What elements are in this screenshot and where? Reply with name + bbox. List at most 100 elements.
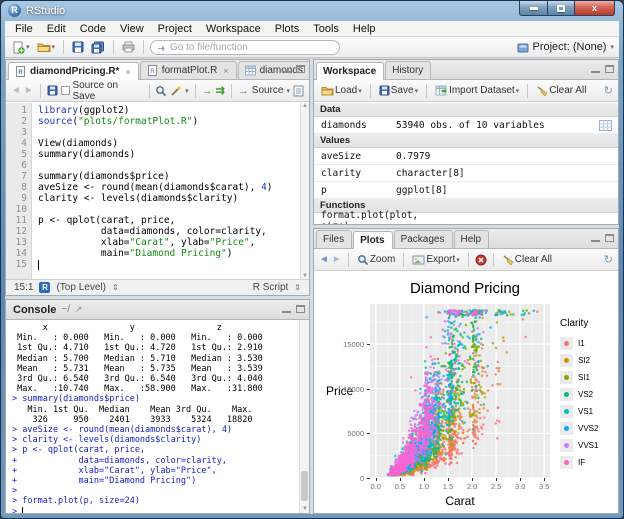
source-button[interactable]: Source (252, 85, 284, 96)
tab-history[interactable]: History (385, 61, 431, 79)
next-plot-icon[interactable]: ► (332, 254, 342, 265)
editor-scrollbar[interactable]: ▲▼ (300, 103, 309, 279)
tab-diamondpricing-r-[interactable]: RdiamondPricing.R*× (8, 62, 139, 80)
workspace-toolbar: Load▾ Save▾ Import Dataset▾ (314, 80, 618, 102)
menu-view[interactable]: View (113, 21, 151, 37)
maximize-pane-icon[interactable] (605, 65, 614, 73)
console-scrollbar[interactable]: ▼ (299, 320, 309, 513)
menu-file[interactable]: File (8, 21, 40, 37)
back-icon[interactable]: ◄ (11, 85, 21, 96)
console-line: > aveSize <- round(mean(diamonds$carat),… (12, 425, 299, 435)
goto-file-input[interactable] (170, 42, 320, 53)
goto-directory-icon[interactable]: ↗ (75, 304, 83, 315)
save-icon[interactable] (47, 85, 58, 96)
print-button[interactable] (120, 40, 137, 54)
workspace-object-row[interactable]: aveSize0.7979 (314, 148, 618, 165)
open-folder-icon (321, 85, 334, 96)
remove-plot-button[interactable] (475, 254, 487, 266)
menu-help[interactable]: Help (346, 21, 383, 37)
run-line-icon[interactable]: → (202, 85, 213, 97)
cursor-position: 15:1 (14, 282, 33, 293)
menu-code[interactable]: Code (73, 21, 113, 37)
maximize-pane-icon[interactable] (605, 234, 614, 242)
file-type-indicator[interactable]: R Script (253, 282, 289, 293)
maximize-button[interactable] (547, 1, 574, 16)
console-line: 1st Qu.: 4.710 1st Qu.: 4.720 1st Qu.: 2… (12, 343, 299, 353)
workspace-object-row[interactable]: format.plot(plot, size) (314, 213, 618, 224)
goto-arrow-icon (157, 43, 166, 52)
workspace-object-list: Datadiamonds53940 obs. of 10 variablesVa… (314, 103, 618, 224)
load-workspace-button[interactable]: Load▾ (319, 84, 364, 97)
tab-help[interactable]: Help (454, 230, 490, 248)
forward-icon[interactable]: ► (24, 85, 34, 96)
export-plot-button[interactable]: Export▾ (410, 253, 461, 266)
search-icon[interactable] (155, 85, 167, 97)
close-tab-icon[interactable]: × (223, 66, 228, 76)
workspace-object-row[interactable]: pggplot[8] (314, 182, 618, 199)
console-line: + main="Diamond Pricing") (12, 476, 299, 486)
minimize-pane-icon[interactable] (282, 65, 291, 73)
editor-code[interactable]: library(ggplot2)source("plots/formatPlot… (32, 103, 309, 279)
maximize-pane-icon[interactable] (296, 65, 305, 73)
menu-bar: FileEditCodeViewProjectWorkspacePlotsToo… (5, 21, 619, 37)
source-toolbar: ◄ ► Source on Save ▾ → ⇉ (6, 80, 309, 102)
minimize-pane-icon[interactable] (591, 65, 600, 73)
zoom-plot-button[interactable]: Zoom (355, 253, 398, 267)
close-tab-icon[interactable]: × (125, 67, 130, 77)
title-bar[interactable]: R RStudio x (1, 1, 623, 21)
minimize-pane-icon[interactable] (282, 305, 291, 313)
tab-label: History (392, 65, 423, 76)
workspace-object-row[interactable]: claritycharacter[8] (314, 165, 618, 182)
scope-indicator[interactable]: (Top Level) (56, 282, 105, 293)
r-icon: R (39, 282, 50, 293)
close-button[interactable]: x (574, 1, 615, 16)
compile-notebook-button[interactable] (293, 85, 304, 97)
clear-all-button[interactable]: Clear All (534, 84, 588, 97)
clear-all-plots-button[interactable]: Clear All (500, 253, 554, 266)
menu-tools[interactable]: Tools (306, 21, 346, 37)
project-selector[interactable]: Project: (None) ▾ (517, 41, 615, 53)
goto-file-search[interactable] (150, 40, 340, 55)
refresh-icon[interactable]: ↻ (604, 253, 613, 266)
save-button[interactable] (70, 40, 86, 54)
menu-plots[interactable]: Plots (268, 21, 306, 37)
menu-workspace[interactable]: Workspace (199, 21, 268, 37)
workspace-object-row[interactable]: diamonds53940 obs. of 10 variables (314, 117, 618, 134)
rerun-icon[interactable]: ⇉ (216, 84, 225, 97)
updown-icon: ⇕ (294, 283, 301, 292)
tab-workspace[interactable]: Workspace (316, 62, 384, 80)
import-dataset-button[interactable]: Import Dataset▾ (433, 84, 521, 97)
export-image-icon (412, 255, 425, 265)
save-all-button[interactable] (89, 40, 107, 55)
refresh-icon[interactable]: ↻ (604, 84, 613, 97)
previous-plot-icon[interactable]: ◄ (319, 254, 329, 265)
legend-title: Clarity (560, 318, 598, 329)
new-file-button[interactable]: ▾ (10, 40, 32, 55)
project-label: Project: (None) (533, 41, 607, 53)
save-workspace-button[interactable]: Save▾ (377, 84, 420, 97)
menu-project[interactable]: Project (151, 21, 199, 37)
console-output[interactable]: x y z Min. : 0.000 Min. : 0.000 Min. : 0… (6, 320, 299, 513)
maximize-pane-icon[interactable] (296, 305, 305, 313)
source-on-save-checkbox[interactable] (61, 86, 70, 95)
open-file-button[interactable]: ▾ (35, 40, 58, 54)
tab-files[interactable]: Files (316, 230, 352, 248)
code-editor[interactable]: 123456789101112131415library(ggplot2)sou… (6, 103, 309, 279)
menu-edit[interactable]: Edit (40, 21, 73, 37)
new-file-icon (12, 41, 25, 54)
close-tab-icon[interactable]: × (309, 66, 310, 76)
x-tick-mark (448, 478, 449, 481)
source-pane: RdiamondPricing.R*×RformatPlot.R×diamond… (5, 59, 310, 296)
tab-packages[interactable]: Packages (394, 230, 453, 248)
legend-label: I1 (578, 339, 585, 348)
minimize-button[interactable] (519, 1, 547, 16)
magic-wand-icon[interactable] (170, 85, 182, 97)
console-line: 326 950 2401 3933 5324 18820 (12, 415, 299, 425)
tab-formatplot-r[interactable]: RformatPlot.R× (140, 61, 237, 79)
object-name: p (314, 185, 396, 196)
tab-plots[interactable]: Plots (353, 231, 392, 249)
view-data-grid-icon[interactable] (599, 120, 612, 131)
object-name: clarity (314, 168, 396, 179)
legend-label: SI1 (578, 373, 590, 382)
minimize-pane-icon[interactable] (591, 234, 600, 242)
